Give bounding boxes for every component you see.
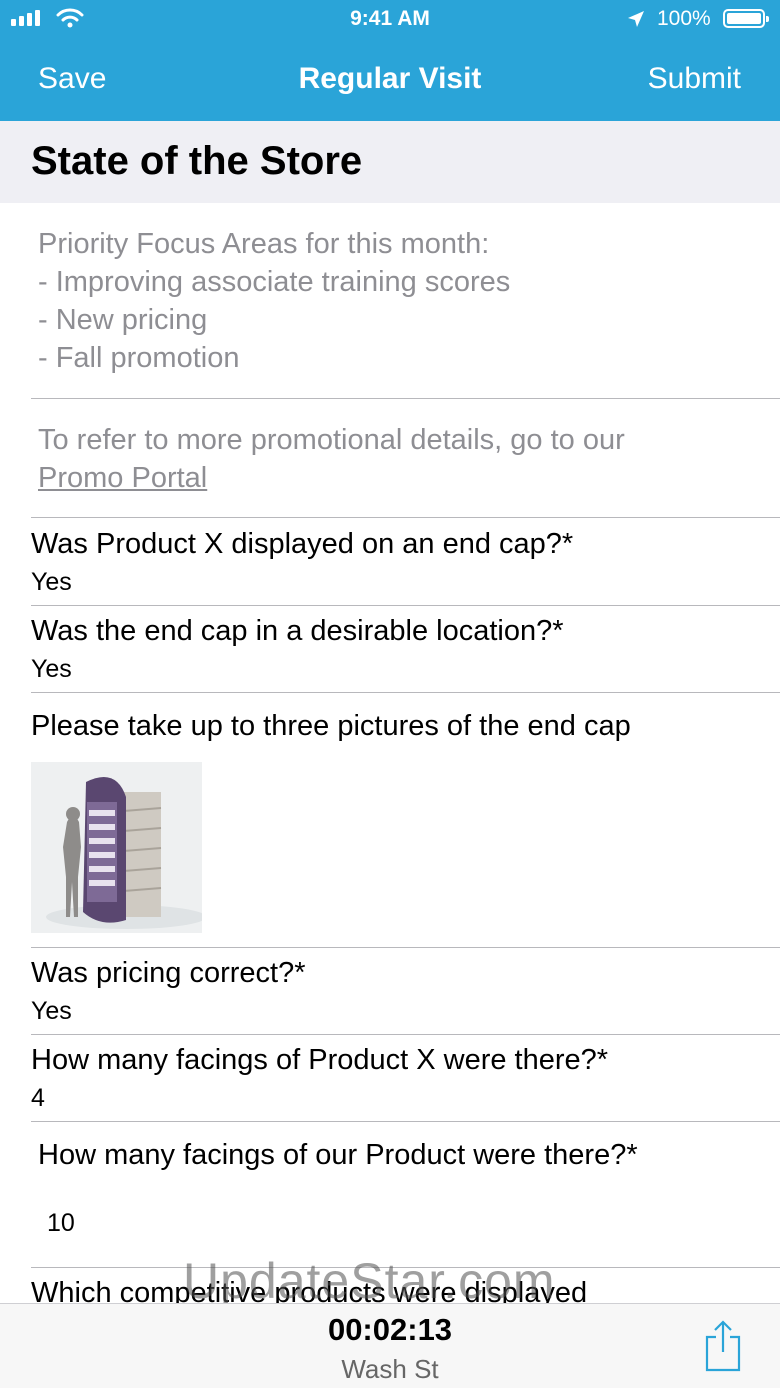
end-cap-photo[interactable] bbox=[31, 762, 202, 933]
battery-percentage: 100% bbox=[657, 7, 711, 30]
facings-input[interactable]: 10 bbox=[47, 1209, 75, 1238]
info-line: - Fall promotion bbox=[38, 342, 240, 374]
store-name: Wash St bbox=[341, 1354, 439, 1384]
question-answer[interactable]: 4 bbox=[31, 1084, 45, 1113]
bottom-bar: 00:02:13 Wash St bbox=[0, 1303, 780, 1388]
watermark: UpdateStar.com bbox=[183, 1253, 556, 1309]
promo-text: To refer to more promotional details, go… bbox=[38, 424, 625, 456]
battery-icon bbox=[723, 9, 769, 28]
share-icon[interactable] bbox=[703, 1320, 743, 1372]
question-answer[interactable]: Yes bbox=[31, 655, 72, 684]
question-label[interactable]: Was the end cap in a desirable location?… bbox=[31, 615, 564, 648]
priority-focus-text: Priority Focus Areas for this month: - I… bbox=[38, 225, 510, 377]
divider bbox=[31, 398, 780, 399]
divider bbox=[31, 1121, 780, 1122]
question-label: Please take up to three pictures of the … bbox=[31, 710, 631, 742]
submit-button[interactable]: Submit bbox=[648, 62, 741, 96]
section-title: State of the Store bbox=[31, 139, 363, 183]
status-bar: 9:41 AM 100% bbox=[0, 0, 780, 40]
divider bbox=[31, 605, 780, 606]
section-header: State of the Store bbox=[0, 121, 780, 203]
question-label[interactable]: How many facings of Product X were there… bbox=[31, 1044, 608, 1077]
question-label: How many facings of our Product were the… bbox=[38, 1139, 638, 1171]
question-answer[interactable]: Yes bbox=[31, 568, 72, 597]
divider bbox=[31, 692, 780, 693]
info-line: Priority Focus Areas for this month: bbox=[38, 228, 490, 260]
divider bbox=[31, 517, 780, 518]
visit-timer: 00:02:13 bbox=[327, 1312, 453, 1347]
promo-portal-link[interactable]: Promo Portal bbox=[38, 459, 625, 497]
top-bar: 9:41 AM 100% Save Regular Visit Submit bbox=[0, 0, 780, 121]
info-line: - Improving associate training scores bbox=[38, 266, 511, 298]
navigation-bar: Save Regular Visit Submit bbox=[0, 40, 780, 121]
promo-text-block: To refer to more promotional details, go… bbox=[38, 421, 625, 497]
divider bbox=[31, 1034, 780, 1035]
question-answer[interactable]: Yes bbox=[31, 997, 72, 1026]
divider bbox=[31, 947, 780, 948]
question-label[interactable]: Was Product X displayed on an end cap?* bbox=[31, 528, 573, 561]
location-arrow-icon bbox=[628, 11, 644, 27]
info-line: - New pricing bbox=[38, 304, 208, 336]
question-label[interactable]: Was pricing correct?* bbox=[31, 957, 306, 990]
